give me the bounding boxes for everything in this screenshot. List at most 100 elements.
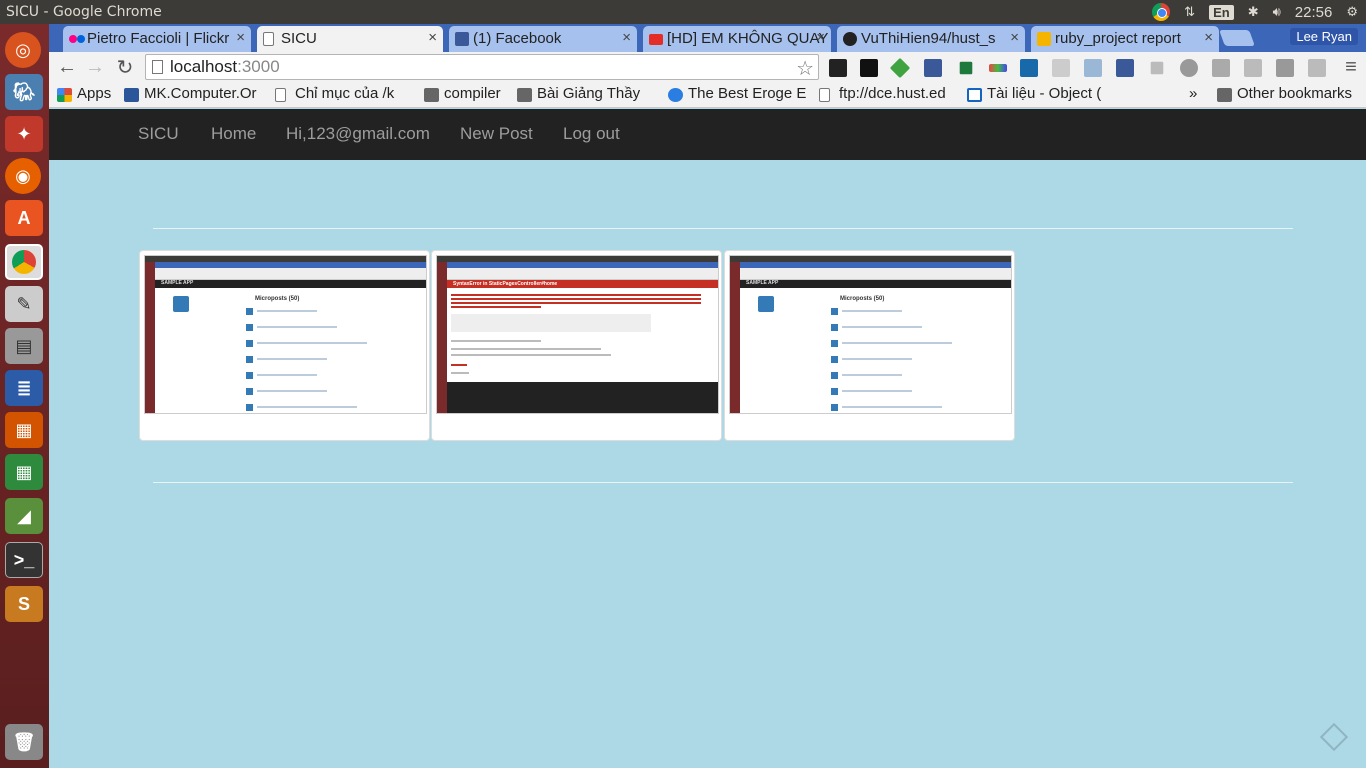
profile-button[interactable]: Lee Ryan bbox=[1290, 28, 1358, 45]
extension-color-icon[interactable] bbox=[989, 64, 1007, 72]
bookmark-item[interactable]: The Best Eroge E bbox=[668, 85, 806, 102]
extension-card-icon[interactable] bbox=[1276, 59, 1294, 77]
file-manager-icon[interactable]: ▤ bbox=[5, 328, 43, 364]
nav-logout-link[interactable]: Log out bbox=[563, 124, 620, 144]
bookmarks-bar: Apps MK.Computer.Or Chỉ mục của /k compi… bbox=[49, 82, 1366, 108]
chrome-launcher-icon[interactable] bbox=[5, 244, 43, 280]
close-tab-icon[interactable]: × bbox=[622, 29, 631, 46]
site-brand-link[interactable]: SICU bbox=[138, 124, 179, 144]
page-info-icon[interactable] bbox=[152, 60, 163, 74]
new-tab-button[interactable] bbox=[1219, 30, 1255, 46]
bookmark-item[interactable]: Tài liệu - Object ( bbox=[967, 85, 1105, 102]
thumbnail-app-title: SAMPLE APP bbox=[161, 280, 194, 286]
extension-stack-icon[interactable] bbox=[1212, 59, 1230, 77]
feedly-float-icon[interactable] bbox=[1319, 722, 1349, 752]
ubuntu-launcher: ◎ 🐘︎ ✦ ◉ A ✎ ▤ ≣ ▦ ▦ ◢ >_ S 🗑︎ bbox=[0, 24, 49, 768]
software-center-icon[interactable]: A bbox=[5, 200, 43, 236]
bookmark-folder[interactable]: compiler bbox=[424, 85, 510, 102]
nav-home-link[interactable]: Home bbox=[211, 124, 256, 144]
extension-facebook-icon[interactable] bbox=[924, 59, 942, 77]
bookmark-star-icon[interactable]: ☆ bbox=[796, 56, 814, 81]
trash-icon[interactable]: 🗑︎ bbox=[5, 724, 43, 760]
nav-new-post-link[interactable]: New Post bbox=[460, 124, 533, 144]
extension-w-icon[interactable] bbox=[860, 59, 878, 77]
back-arrow-icon[interactable]: ← bbox=[55, 55, 79, 79]
bluetooth-icon[interactable]: ✱ bbox=[1248, 4, 1259, 20]
chrome-menu-icon[interactable]: ≡ bbox=[1339, 55, 1363, 79]
extension-tools-icon[interactable] bbox=[1308, 59, 1326, 77]
extension-green-icon[interactable] bbox=[959, 61, 973, 75]
reload-icon[interactable]: ↻ bbox=[113, 55, 137, 79]
tab-facebook[interactable]: (1) Facebook × bbox=[449, 26, 637, 52]
tab-youtube[interactable]: [HD] EM KHÔNG QUAY × bbox=[643, 26, 831, 52]
post-thumbnail[interactable]: SAMPLE APP Microposts (50) bbox=[139, 250, 430, 441]
extension-facebook-2-icon[interactable] bbox=[1116, 59, 1134, 77]
slides-icon bbox=[1037, 32, 1051, 46]
screenshot-image: SyntaxError in StaticPagesController#hom… bbox=[436, 255, 719, 414]
close-tab-icon[interactable]: × bbox=[816, 29, 825, 46]
extension-shield-icon[interactable] bbox=[1180, 59, 1198, 77]
calc-spreadsheet-icon[interactable]: ▦ bbox=[5, 454, 43, 490]
folder-icon bbox=[424, 88, 439, 102]
bookmark-item[interactable]: ftp://dce.hust.ed bbox=[819, 85, 957, 102]
bookmark-apps[interactable]: Apps bbox=[57, 85, 119, 102]
post-thumbnail[interactable]: SAMPLE APP Microposts (50) bbox=[724, 250, 1015, 441]
system-settings-icon[interactable]: ✦ bbox=[5, 116, 43, 152]
volume-icon[interactable]: 🔊︎ bbox=[1273, 4, 1281, 20]
text-editor-icon[interactable]: ✎ bbox=[5, 286, 43, 322]
forward-arrow-icon[interactable]: → bbox=[83, 55, 107, 79]
tab-title: Pietro Faccioli | Flickr bbox=[87, 30, 230, 47]
bookmarks-overflow-chevron-icon[interactable]: » bbox=[1189, 85, 1197, 102]
extension-up-icon[interactable] bbox=[1150, 61, 1164, 75]
sublime-text-icon[interactable]: S bbox=[5, 586, 43, 622]
keyboard-layout-indicator[interactable]: En bbox=[1209, 4, 1234, 20]
extension-grid-icon[interactable] bbox=[829, 59, 847, 77]
close-tab-icon[interactable]: × bbox=[236, 29, 245, 46]
draw-icon[interactable]: ◢ bbox=[5, 498, 43, 534]
extension-feedly-icon[interactable] bbox=[889, 57, 911, 79]
close-tab-icon[interactable]: × bbox=[428, 29, 437, 46]
facebook-icon bbox=[455, 32, 469, 46]
power-icon bbox=[173, 296, 189, 312]
close-tab-icon[interactable]: × bbox=[1010, 29, 1019, 46]
tab-title: ruby_project report bbox=[1055, 30, 1181, 47]
network-icon[interactable]: ⇅ bbox=[1184, 4, 1195, 20]
firefox-icon[interactable]: ◉ bbox=[5, 158, 41, 194]
post-thumbnail[interactable]: SyntaxError in StaticPagesController#hom… bbox=[431, 250, 722, 441]
address-bar[interactable]: localhost:3000 ☆ bbox=[145, 54, 819, 80]
page-icon bbox=[275, 88, 286, 102]
nav-user-email-link[interactable]: Hi,123@gmail.com bbox=[286, 124, 430, 144]
tab-sicu[interactable]: SICU × bbox=[257, 26, 443, 52]
tab-title: (1) Facebook bbox=[473, 30, 562, 47]
terminal-icon[interactable]: >_ bbox=[5, 542, 43, 578]
bookmark-item[interactable]: Chỉ mục của /k bbox=[275, 85, 413, 102]
other-bookmarks-folder[interactable]: Other bookmarks bbox=[1217, 85, 1352, 102]
clock[interactable]: 22:56 bbox=[1295, 4, 1333, 21]
extension-daily-beast-icon[interactable] bbox=[1052, 59, 1070, 77]
screenshot-image: SAMPLE APP Microposts (50) bbox=[729, 255, 1012, 414]
folder-icon bbox=[1217, 88, 1232, 102]
dash-home-icon[interactable]: ◎ bbox=[5, 32, 41, 68]
word-doc-icon bbox=[124, 88, 139, 102]
settings-gear-icon[interactable]: ⚙ bbox=[1346, 4, 1358, 20]
impress-presentation-icon[interactable]: ▦ bbox=[5, 412, 43, 448]
youtube-icon bbox=[649, 34, 663, 45]
tab-title: SICU bbox=[281, 30, 317, 47]
tab-flickr[interactable]: Pietro Faccioli | Flickr × bbox=[63, 26, 251, 52]
bookmark-folder[interactable]: Bài Giảng Thầy bbox=[517, 85, 655, 102]
close-tab-icon[interactable]: × bbox=[1204, 29, 1213, 46]
divider bbox=[153, 228, 1293, 229]
extension-window-icon[interactable] bbox=[1084, 59, 1102, 77]
tab-google-slides[interactable]: ruby_project report × bbox=[1031, 26, 1219, 52]
chrome-indicator-icon[interactable] bbox=[1152, 3, 1171, 21]
postgres-elephant-icon[interactable]: 🐘︎ bbox=[5, 74, 43, 110]
writer-document-icon[interactable]: ≣ bbox=[5, 370, 43, 406]
docs-icon bbox=[967, 88, 982, 102]
thumbnail-app-title: SAMPLE APP bbox=[746, 280, 779, 286]
thumbnail-section-title: Microposts (50) bbox=[840, 296, 885, 302]
extension-li-icon[interactable] bbox=[1020, 59, 1038, 77]
extension-grid2-icon[interactable] bbox=[1244, 59, 1262, 77]
tab-github[interactable]: VuThiHien94/hust_s × bbox=[837, 26, 1025, 52]
page-icon bbox=[263, 32, 274, 46]
bookmark-item[interactable]: MK.Computer.Or bbox=[124, 85, 264, 102]
